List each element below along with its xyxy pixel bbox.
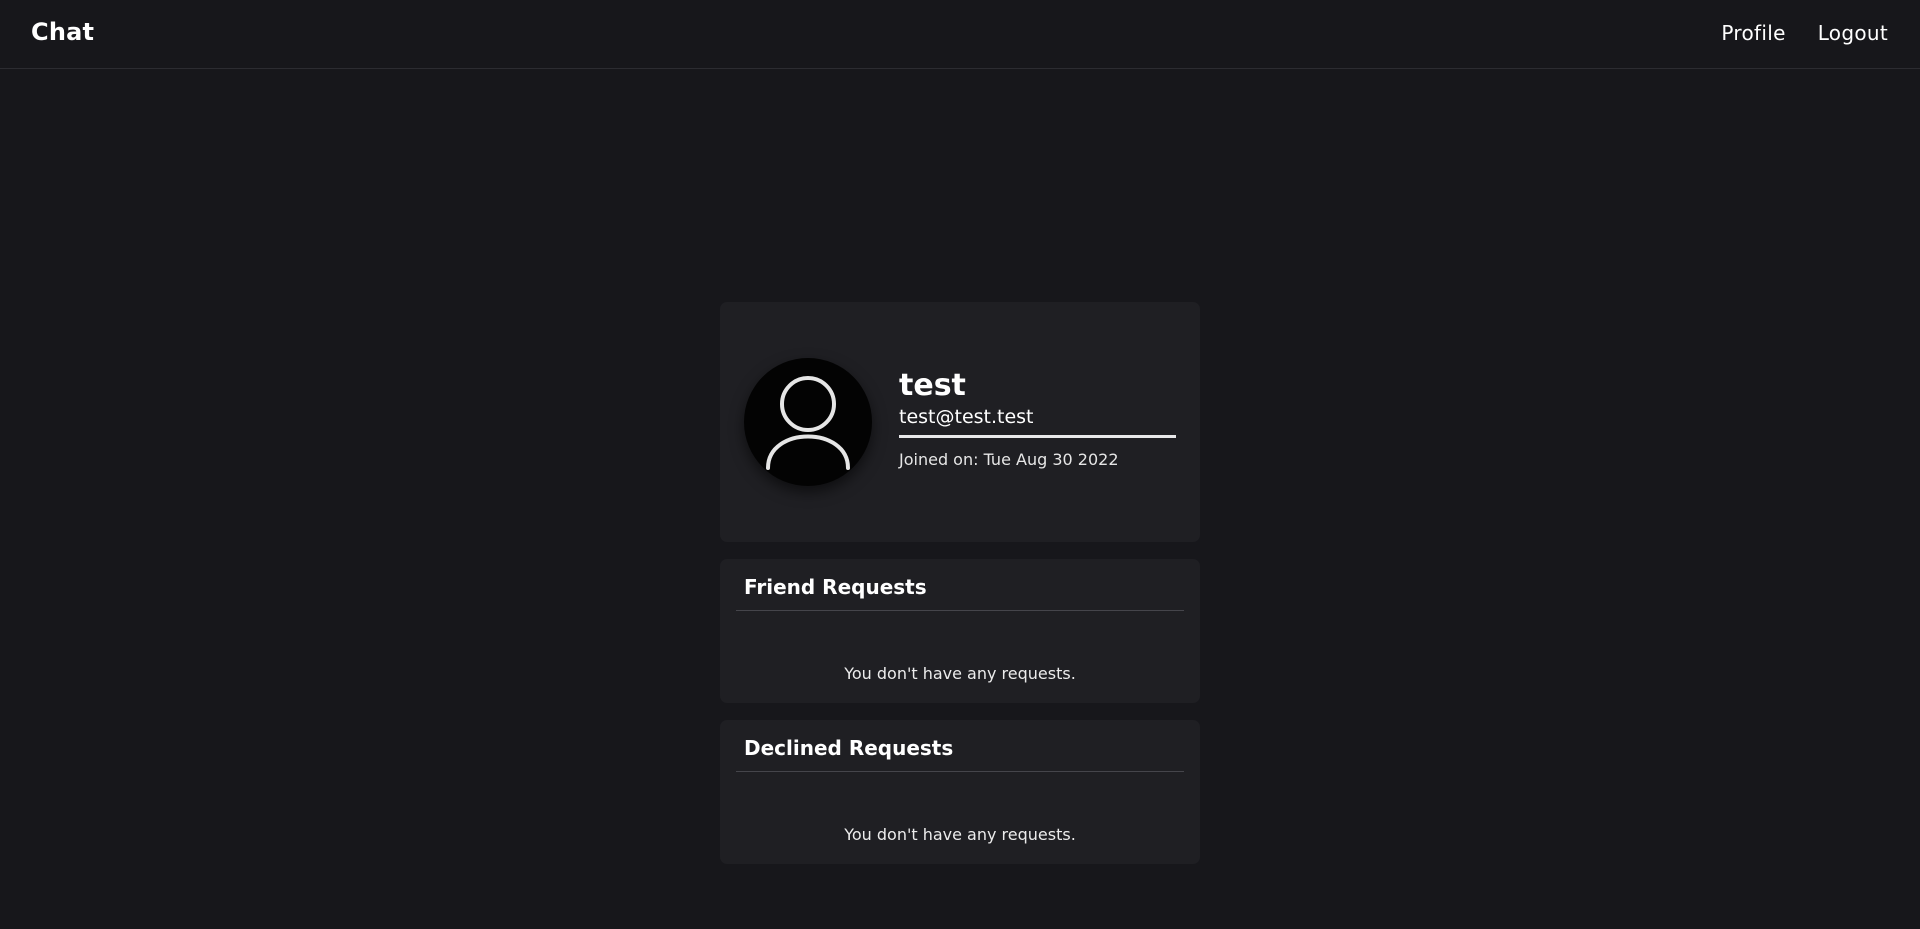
- declined-requests-empty-message: You don't have any requests.: [844, 825, 1076, 844]
- user-info: test test@test.test Joined on: Tue Aug 3…: [899, 368, 1176, 470]
- nav-links: Profile Logout: [1721, 21, 1888, 45]
- top-navbar: Chat Profile Logout: [0, 0, 1920, 69]
- friend-requests-card: Friend Requests You don't have any reque…: [720, 559, 1200, 703]
- user-icon: [766, 376, 850, 470]
- declined-requests-card: Declined Requests You don't have any req…: [720, 720, 1200, 864]
- username: test: [899, 368, 966, 403]
- nav-profile-link[interactable]: Profile: [1721, 21, 1785, 45]
- brand-logo[interactable]: Chat: [31, 18, 94, 46]
- declined-requests-title: Declined Requests: [744, 736, 954, 760]
- nav-logout-link[interactable]: Logout: [1818, 21, 1888, 45]
- profile-card: test test@test.test Joined on: Tue Aug 3…: [720, 302, 1200, 542]
- avatar: [744, 358, 872, 486]
- friend-requests-title: Friend Requests: [744, 575, 927, 599]
- divider: [736, 771, 1184, 772]
- friend-requests-empty-message: You don't have any requests.: [844, 664, 1076, 683]
- divider: [736, 610, 1184, 611]
- user-email: test@test.test: [899, 405, 1176, 438]
- joined-date: Joined on: Tue Aug 30 2022: [899, 450, 1119, 469]
